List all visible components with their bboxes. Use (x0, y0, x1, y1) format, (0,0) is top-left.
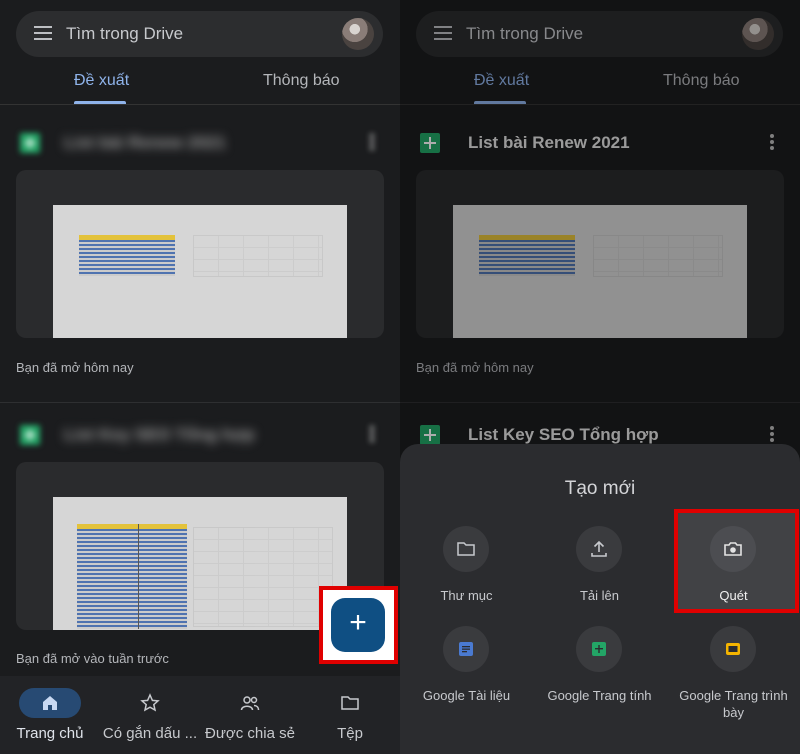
search-bar[interactable]: Tìm trong Drive (16, 11, 383, 57)
action-label: Quét (719, 588, 748, 603)
more-vert-icon[interactable] (370, 134, 374, 150)
action-google-docs[interactable]: Google Tài liệu (400, 626, 533, 726)
home-icon (43, 696, 57, 710)
preview-grid (193, 235, 323, 277)
folder-icon (341, 696, 359, 710)
action-icon-circle (576, 626, 622, 672)
action-label: Thư mục (440, 588, 493, 603)
action-icon-circle (576, 526, 622, 572)
opened-time: Bạn đã mở hôm nay (16, 360, 134, 375)
action-icon-circle (710, 526, 756, 572)
search-input[interactable]: Tìm trong Drive (66, 24, 183, 44)
upload-icon (591, 540, 607, 557)
action-icon-circle (443, 626, 489, 672)
sheets-file-icon (20, 133, 40, 153)
divider (0, 402, 400, 403)
more-vert-icon[interactable] (370, 426, 374, 442)
action-label: Google Trang tính (547, 688, 652, 703)
slides-icon (726, 643, 740, 655)
docs-icon (459, 642, 473, 656)
preview-grid (193, 527, 333, 627)
nav-label: Trang chủ (16, 725, 84, 742)
file-title[interactable]: List bài Renew 2021 (64, 133, 226, 153)
tab-suggested[interactable]: Đề xuất (74, 72, 129, 90)
avatar[interactable] (342, 18, 374, 50)
preview-table (77, 529, 187, 629)
preview-column (138, 524, 139, 629)
action-label: Google Tài liệu (422, 688, 511, 703)
action-icon-circle (443, 526, 489, 572)
preview-table (79, 240, 175, 276)
action-label: Tải lên (579, 588, 620, 603)
right-screen: Tìm trong Drive Đề xuất Thông báo List b… (400, 0, 800, 754)
file-title[interactable]: List Key SEO Tổng hợp (64, 425, 255, 445)
opened-time: Bạn đã mở vào tuần trước (16, 651, 169, 666)
sheets-file-icon (20, 425, 40, 445)
document-preview (53, 497, 347, 630)
action-google-slides[interactable]: Google Trang trình bày (667, 626, 800, 726)
action-upload[interactable]: Tải lên (533, 526, 666, 606)
plus-icon: + (349, 606, 367, 639)
action-folder[interactable]: Thư mục (400, 526, 533, 606)
nav-label: Được chia sẻ (205, 725, 295, 742)
menu-icon[interactable] (34, 26, 52, 40)
action-scan[interactable]: Quét (667, 526, 800, 606)
nav-item-shared[interactable]: Được chia sẻ (200, 676, 300, 754)
folder-icon (457, 542, 475, 556)
action-google-sheets[interactable]: Google Trang tính (533, 626, 666, 726)
nav-label: Tệp (337, 725, 363, 742)
document-preview (53, 205, 347, 338)
sheets-icon (592, 642, 606, 656)
left-screen: Tìm trong Drive Đề xuất Thông báo List b… (0, 0, 400, 754)
file-thumbnail[interactable] (16, 170, 384, 338)
tab-divider (0, 104, 400, 105)
action-icon-circle (710, 626, 756, 672)
tab-notifications[interactable]: Thông báo (263, 72, 340, 90)
nav-item-starred[interactable]: Có gắn dấu ... (100, 676, 200, 754)
people-icon (240, 696, 260, 711)
action-label: Google Trang trình bày (679, 688, 788, 720)
star-icon (140, 693, 160, 712)
sheet-title: Tạo mới (564, 478, 636, 499)
nav-item-files[interactable]: Tệp (300, 676, 400, 754)
new-button[interactable]: + (331, 598, 385, 652)
nav-label: Có gắn dấu ... (102, 725, 198, 742)
bottom-navigation: Trang chủ Có gắn dấu ... Được chia sẻ Tệ… (0, 676, 400, 754)
camera-icon (724, 542, 742, 556)
nav-item-home[interactable]: Trang chủ (0, 676, 100, 754)
